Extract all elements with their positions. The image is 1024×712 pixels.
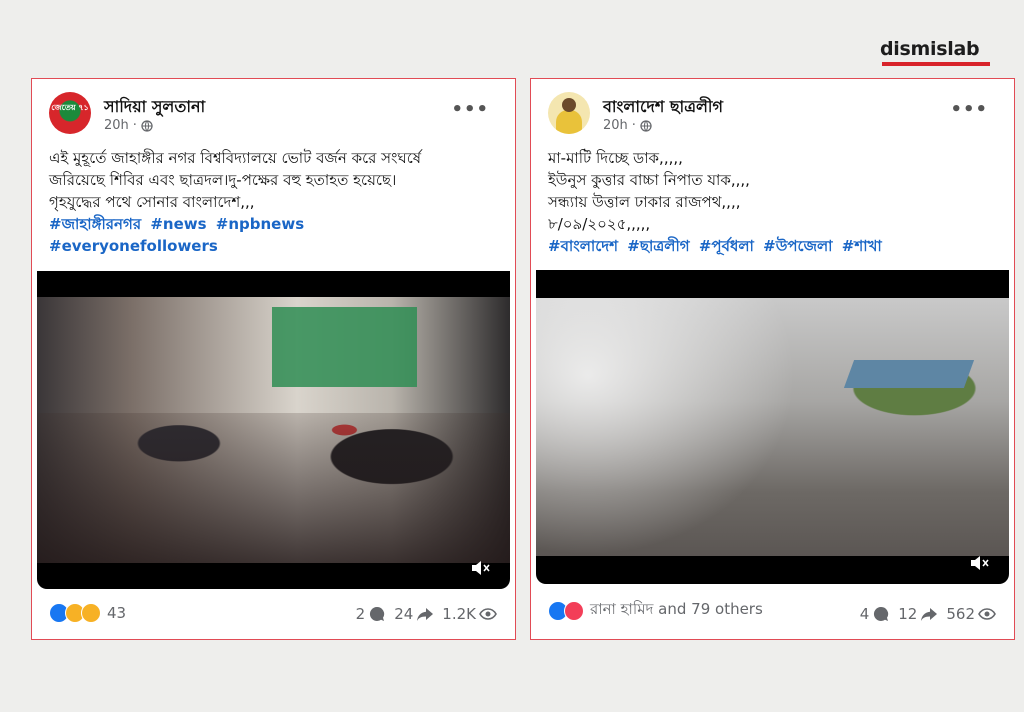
video-frame	[536, 298, 1009, 556]
reaction-count: 43	[107, 604, 127, 622]
reaction-count: রানা হামিদ and 79 others	[590, 600, 763, 618]
hashtag-row: #জাহাঙ্গীরনগর #news #npbnews	[49, 213, 509, 235]
post-meta: 20h ·	[603, 118, 652, 133]
hashtag-link[interactable]: #উপজেলা	[763, 237, 832, 255]
post-card-left: জেতেয় ৭১ সাদিয়া সুলতানা 20h · ••• এই ম…	[31, 78, 516, 640]
reactions-summary[interactable]: 43	[49, 603, 126, 623]
comment-count: 4	[859, 605, 870, 623]
hashtag-link[interactable]: #news	[150, 215, 206, 233]
post-card-right: বাংলাদেশ ছাত্রলীগ 20h · ••• মা-মাটি দিচ্…	[530, 78, 1015, 640]
hashtag-row: #everyonefollowers	[49, 235, 509, 257]
hashtag-link[interactable]: #জাহাঙ্গীরনগর	[49, 215, 141, 233]
post-line: জরিয়েছে শিবির এবং ছাত্রদল।দু-পক্ষের বহু…	[49, 171, 397, 189]
view-stat: 1.2K	[442, 605, 497, 623]
hashtag-link[interactable]: #বাংলাদেশ	[548, 237, 618, 255]
hashtag-link[interactable]: #পূর্বধলা	[699, 237, 754, 255]
avatar-text: জেতেয় ৭১	[51, 103, 89, 112]
video-player[interactable]	[37, 271, 510, 589]
haha-reaction-icon	[81, 603, 101, 623]
author-name[interactable]: সাদিয়া সুলতানা	[104, 94, 205, 121]
view-count: 1.2K	[442, 605, 476, 623]
post-line: সন্ধ্যায় উত্তাল ঢাকার রাজপথ,,,,	[548, 193, 741, 211]
post-body: মা-মাটি দিচ্ছে ডাক,,,,, ইউনুস কুত্তার বা…	[548, 147, 1008, 257]
share-stat[interactable]: 24	[394, 605, 434, 623]
share-stat[interactable]: 12	[898, 605, 938, 623]
post-body: এই মুহূর্তে জাহাঙ্গীর নগর বিশ্ববিদ্যালয়…	[49, 147, 509, 257]
video-frame	[37, 297, 510, 563]
comment-stat[interactable]: 4	[860, 605, 891, 623]
middot: ·	[631, 118, 636, 133]
share-icon	[921, 608, 938, 621]
globe-icon	[640, 119, 652, 132]
hashtag-link[interactable]: #everyonefollowers	[49, 237, 218, 255]
post-line: ইউনুস কুত্তার বাচ্চা নিপাত যাক,,,,	[548, 171, 750, 189]
view-count: 562	[946, 605, 975, 623]
post-line: গৃহযুদ্ধের পথে সোনার বাংলাদেশ,,,	[49, 193, 255, 211]
muted-speaker-icon[interactable]	[470, 559, 492, 577]
author-avatar[interactable]	[548, 92, 590, 134]
post-line: এই মুহূর্তে জাহাঙ্গীর নগর বিশ্ববিদ্যালয়…	[49, 149, 422, 167]
video-player[interactable]	[536, 270, 1009, 584]
love-reaction-icon	[564, 600, 584, 621]
hashtag-row: #বাংলাদেশ #ছাত্রলীগ #পূর্বধলা #উপজেলা #শ…	[548, 235, 1008, 257]
middot: ·	[132, 118, 137, 133]
view-stat: 562	[946, 605, 996, 623]
comment-icon	[874, 606, 889, 621]
eye-icon	[978, 608, 996, 620]
comment-icon	[370, 606, 385, 621]
post-line: মা-মাটি দিচ্ছে ডাক,,,,,	[548, 149, 683, 167]
share-count: 24	[394, 605, 414, 623]
post-time[interactable]: 20h	[603, 118, 628, 133]
hashtag-link[interactable]: #ছাত্রলীগ	[627, 237, 689, 255]
more-options-icon[interactable]: •••	[950, 101, 988, 119]
share-icon	[417, 608, 434, 621]
globe-icon	[141, 119, 153, 132]
post-stats: 2 24 1.2K	[356, 605, 497, 623]
author-avatar[interactable]: জেতেয় ৭১	[49, 92, 91, 134]
post-line: ৮/০৯/২০২৫,,,,,	[548, 215, 651, 233]
share-count: 12	[898, 605, 918, 623]
post-time[interactable]: 20h	[104, 118, 129, 133]
hashtag-link[interactable]: #npbnews	[216, 215, 304, 233]
author-name[interactable]: বাংলাদেশ ছাত্রলীগ	[603, 94, 723, 121]
post-stats: 4 12 562	[860, 605, 996, 623]
comment-count: 2	[355, 605, 366, 623]
post-meta: 20h ·	[104, 118, 153, 133]
comment-stat[interactable]: 2	[356, 605, 387, 623]
hashtag-link[interactable]: #শাখা	[842, 237, 882, 255]
brand-underline	[882, 62, 990, 66]
eye-icon	[479, 608, 497, 620]
brand-logo: dismislab	[880, 38, 980, 60]
muted-speaker-icon[interactable]	[969, 554, 991, 572]
more-options-icon[interactable]: •••	[451, 101, 489, 119]
reactions-summary[interactable]: রানা হামিদ and 79 others	[548, 598, 763, 623]
